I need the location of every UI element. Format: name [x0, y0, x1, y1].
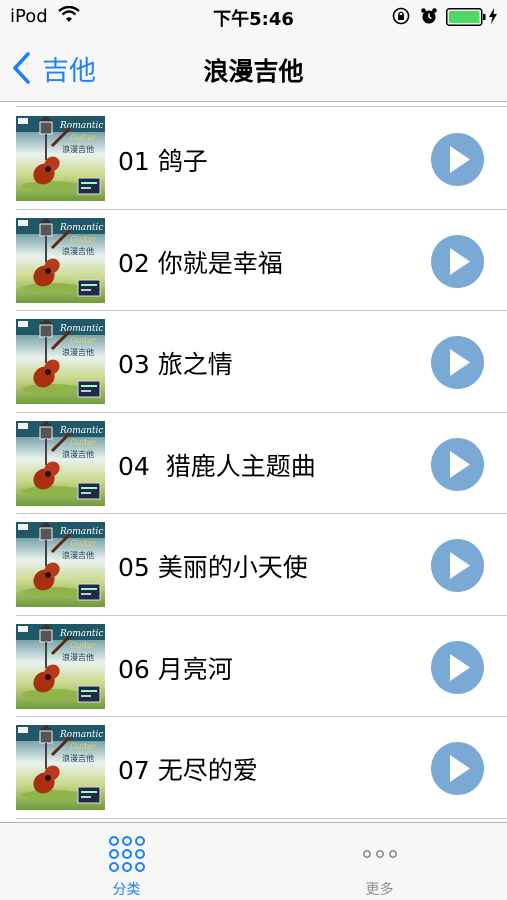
tab-bar: 分类 更多 [0, 822, 507, 900]
svg-text:Romantic: Romantic [59, 527, 103, 537]
tab-categories-label: 分类 [112, 882, 141, 898]
charging-icon [489, 8, 497, 24]
play-icon [431, 539, 484, 592]
svg-text:Romantic: Romantic [59, 223, 103, 233]
play-button[interactable] [430, 335, 485, 390]
play-button[interactable] [430, 640, 485, 695]
alarm-icon [421, 8, 437, 24]
list-item[interactable]: Romantic Guitar 浪漫吉他 03 旅之情 [0, 311, 507, 413]
svg-text:Guitar: Guitar [70, 336, 97, 345]
svg-text:Guitar: Guitar [70, 742, 97, 751]
orientation-lock-icon [392, 7, 410, 25]
svg-text:Romantic: Romantic [59, 324, 103, 334]
album-cover-thumbnail: Romantic Guitar 浪漫吉他 [16, 217, 105, 303]
album-cover-thumbnail: Romantic Guitar 浪漫吉他 [16, 319, 105, 404]
svg-text:Romantic: Romantic [59, 121, 103, 131]
song-title: 04 猎鹿人主题曲 [118, 451, 316, 481]
play-button[interactable] [430, 538, 485, 593]
guitar-album-art-icon: Romantic Guitar 浪漫吉他 [16, 522, 105, 607]
song-title: 07 无尽的爱 [118, 756, 258, 785]
album-cover-thumbnail: Romantic Guitar 浪漫吉他 [16, 116, 105, 201]
tab-more-label: 更多 [365, 882, 394, 898]
song-title: 06 月亮河 [118, 654, 233, 684]
svg-text:浪漫吉他: 浪漫吉他 [62, 449, 94, 459]
list-item[interactable]: Romantic Guitar 浪漫吉他 02 你就是幸福 [0, 210, 507, 312]
battery-icon [446, 8, 486, 26]
song-title: 03 旅之情 [118, 350, 233, 379]
play-icon [431, 336, 484, 389]
guitar-album-art-icon: Romantic Guitar 浪漫吉他 [16, 116, 105, 201]
play-icon [431, 742, 484, 795]
page-title: 浪漫吉他 [203, 57, 304, 86]
play-button[interactable] [430, 132, 485, 187]
list-item[interactable]: Romantic Guitar 浪漫吉他 07 无尽的爱 [0, 717, 507, 819]
album-cover-thumbnail: Romantic Guitar 浪漫吉他 [16, 623, 105, 709]
play-icon [431, 234, 484, 288]
list-item[interactable]: Romantic Guitar 浪漫吉他 05 美丽的小天使 [0, 514, 507, 616]
svg-text:Romantic: Romantic [59, 629, 103, 639]
play-button[interactable] [430, 437, 485, 492]
song-list: Romantic Guitar 浪漫吉他 01 鸽子 Romantic Guit… [0, 108, 507, 819]
more-icon [362, 850, 397, 859]
list-top-divider [16, 106, 507, 107]
svg-text:Guitar: Guitar [70, 133, 97, 142]
guitar-album-art-icon: Romantic Guitar 浪漫吉他 [16, 319, 105, 404]
svg-text:Guitar: Guitar [70, 235, 97, 244]
play-icon [431, 437, 484, 491]
tab-more[interactable]: 更多 [253, 823, 506, 900]
list-item[interactable]: Romantic Guitar 浪漫吉他 01 鸽子 [0, 108, 507, 210]
guitar-album-art-icon: Romantic Guitar 浪漫吉他 [16, 725, 105, 810]
guitar-album-art-icon: Romantic Guitar 浪漫吉他 [16, 623, 105, 709]
svg-text:Romantic: Romantic [59, 730, 103, 740]
album-cover-thumbnail: Romantic Guitar 浪漫吉他 [16, 522, 105, 607]
guitar-album-art-icon: Romantic Guitar 浪漫吉他 [16, 420, 105, 506]
album-cover-thumbnail: Romantic Guitar 浪漫吉他 [16, 420, 105, 506]
svg-text:浪漫吉他: 浪漫吉他 [62, 347, 94, 357]
svg-text:Guitar: Guitar [70, 641, 97, 650]
play-icon [431, 640, 484, 694]
guitar-album-art-icon: Romantic Guitar 浪漫吉他 [16, 217, 105, 303]
play-button[interactable] [430, 234, 485, 289]
svg-text:浪漫吉他: 浪漫吉他 [62, 144, 94, 154]
song-title: 02 你就是幸福 [118, 248, 283, 278]
svg-text:浪漫吉他: 浪漫吉他 [62, 246, 94, 256]
svg-text:浪漫吉他: 浪漫吉他 [62, 753, 94, 763]
play-icon [431, 133, 484, 186]
svg-text:浪漫吉他: 浪漫吉他 [62, 550, 94, 560]
tab-categories[interactable]: 分类 [0, 823, 253, 900]
song-title: 05 美丽的小天使 [118, 553, 308, 582]
svg-text:Romantic: Romantic [59, 426, 103, 436]
svg-text:浪漫吉他: 浪漫吉他 [62, 652, 94, 662]
play-button[interactable] [430, 741, 485, 796]
album-cover-thumbnail: Romantic Guitar 浪漫吉他 [16, 725, 105, 810]
list-item[interactable]: Romantic Guitar 浪漫吉他 04 猎鹿人主题曲 [0, 413, 507, 515]
grid-icon [108, 836, 145, 872]
list-item[interactable]: Romantic Guitar 浪漫吉他 06 月亮河 [0, 616, 507, 718]
song-title: 01 鸽子 [118, 147, 208, 176]
svg-text:Guitar: Guitar [70, 539, 97, 548]
status-bar: iPod 下午5:46 [0, 0, 507, 34]
navigation-bar: 吉他 浪漫吉他 [0, 34, 507, 102]
svg-text:Guitar: Guitar [70, 438, 97, 447]
